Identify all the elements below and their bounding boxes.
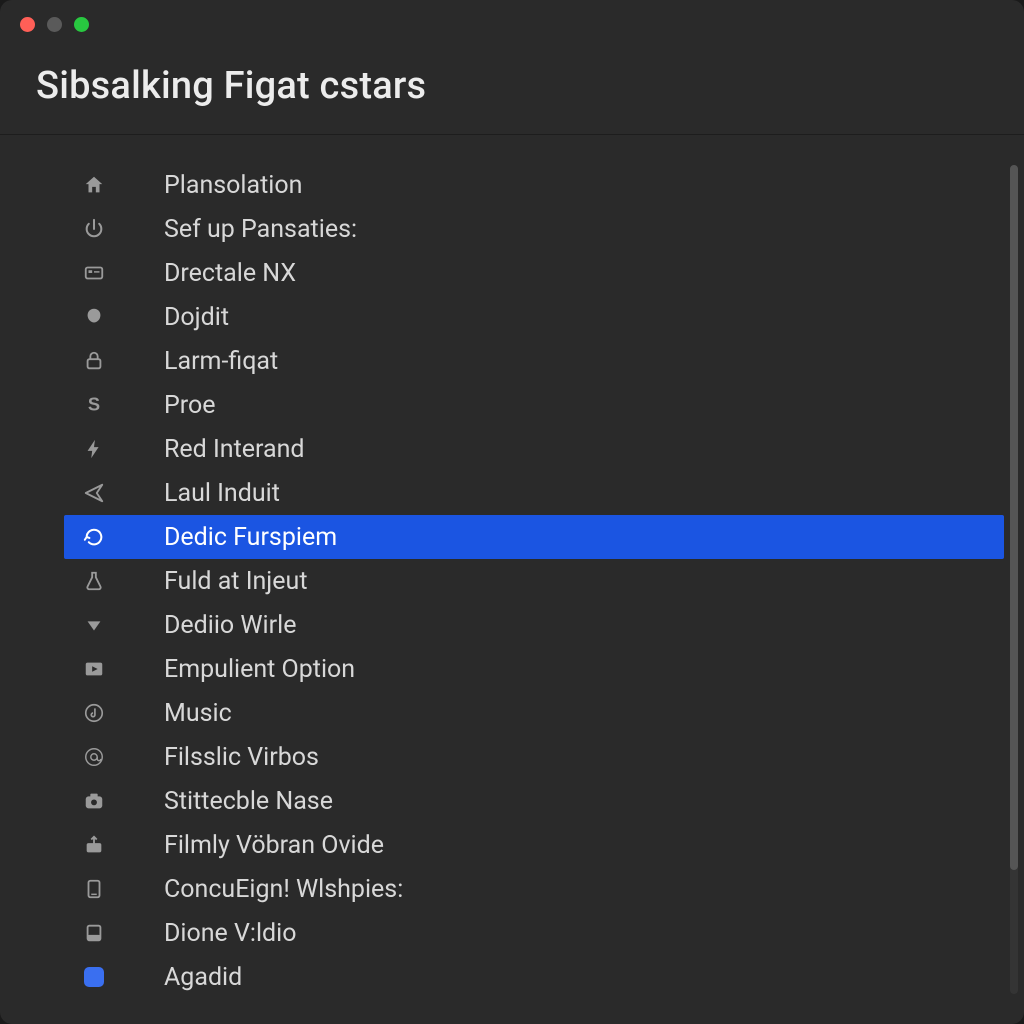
window-close-icon[interactable]	[20, 17, 35, 32]
id-card-icon	[80, 259, 108, 287]
menu-item-label: Fuld at Injeut	[164, 567, 308, 596]
menu-item-4[interactable]: Larm-fiqat	[64, 339, 1004, 383]
menu-item-label: Red Interand	[164, 435, 305, 464]
menu-item-16[interactable]: ConcuEign! Wlshpies:	[64, 867, 1004, 911]
menu-item-11[interactable]: Empulient Option	[64, 647, 1004, 691]
menu-item-1[interactable]: Sef up Pansaties:	[64, 207, 1004, 251]
power-icon	[80, 215, 108, 243]
content-area: Plansolation Sef up Pansaties: Drectale NX…	[0, 135, 1024, 1024]
scrollbar-thumb[interactable]	[1010, 165, 1018, 870]
send-icon	[80, 479, 108, 507]
menu-item-8[interactable]: Dedic Furspiem	[64, 515, 1004, 559]
menu-item-label: Larm-fiqat	[164, 347, 278, 376]
menu-item-9[interactable]: Fuld at Injeut	[64, 559, 1004, 603]
scrollbar[interactable]	[1010, 165, 1018, 994]
window-minimize-icon[interactable]	[47, 17, 62, 32]
menu-item-label: Sef up Pansaties:	[164, 215, 357, 244]
menu-item-13[interactable]: Filsslic Virbos	[64, 735, 1004, 779]
panel-icon	[80, 919, 108, 947]
menu-item-2[interactable]: Drectale NX	[64, 251, 1004, 295]
music-note-icon	[80, 699, 108, 727]
triangle-down-icon	[80, 611, 108, 639]
menu-item-12[interactable]: Music	[64, 691, 1004, 735]
menu-item-label: ConcuEign! Wlshpies:	[164, 875, 403, 904]
blob-icon	[80, 303, 108, 331]
menu-item-7[interactable]: Laul Induit	[64, 471, 1004, 515]
tablet-icon	[80, 875, 108, 903]
menu-list: Plansolation Sef up Pansaties: Drectale NX…	[0, 135, 1024, 1019]
page-title: Sibsalking Figat cstars	[36, 64, 988, 108]
menu-item-15[interactable]: Filmly Vöbran Ovide	[64, 823, 1004, 867]
menu-item-5[interactable]: Proe	[64, 383, 1004, 427]
camera-icon	[80, 787, 108, 815]
menu-item-label: Drectale NX	[164, 259, 296, 288]
at-sign-icon	[80, 743, 108, 771]
menu-item-label: Empulient Option	[164, 655, 355, 684]
flask-icon	[80, 567, 108, 595]
upload-box-icon	[80, 831, 108, 859]
lock-icon	[80, 347, 108, 375]
menu-item-label: Proe	[164, 391, 216, 420]
menu-item-label: Dedic Furspiem	[164, 523, 337, 552]
window-zoom-icon[interactable]	[74, 17, 89, 32]
menu-item-label: Dojdit	[164, 303, 229, 332]
app-badge-icon	[80, 963, 108, 991]
menu-item-0[interactable]: Plansolation	[64, 163, 1004, 207]
menu-item-label: Dediio Wirle	[164, 611, 296, 640]
refresh-icon	[80, 523, 108, 551]
menu-item-label: Stittecble Nase	[164, 787, 333, 816]
menu-item-10[interactable]: Dediio Wirle	[64, 603, 1004, 647]
menu-item-17[interactable]: Dione V:ldio	[64, 911, 1004, 955]
menu-item-label: Filmly Vöbran Ovide	[164, 831, 384, 860]
home-icon	[80, 171, 108, 199]
menu-item-label: Agadid	[164, 963, 242, 992]
menu-item-label: Laul Induit	[164, 479, 280, 508]
menu-item-18[interactable]: Agadid	[64, 955, 1004, 999]
menu-item-label: Plansolation	[164, 171, 302, 200]
header: Sibsalking Figat cstars	[0, 48, 1024, 135]
bolt-icon	[80, 435, 108, 463]
titlebar	[0, 0, 1024, 48]
menu-item-label: Dione V:ldio	[164, 919, 297, 948]
app-window: Sibsalking Figat cstars Plansolation Sef …	[0, 0, 1024, 1024]
menu-item-14[interactable]: Stittecble Nase	[64, 779, 1004, 823]
menu-item-6[interactable]: Red Interand	[64, 427, 1004, 471]
menu-item-label: Music	[164, 699, 232, 728]
s-letter-icon	[80, 391, 108, 419]
menu-item-label: Filsslic Virbos	[164, 743, 319, 772]
menu-item-3[interactable]: Dojdit	[64, 295, 1004, 339]
play-box-icon	[80, 655, 108, 683]
